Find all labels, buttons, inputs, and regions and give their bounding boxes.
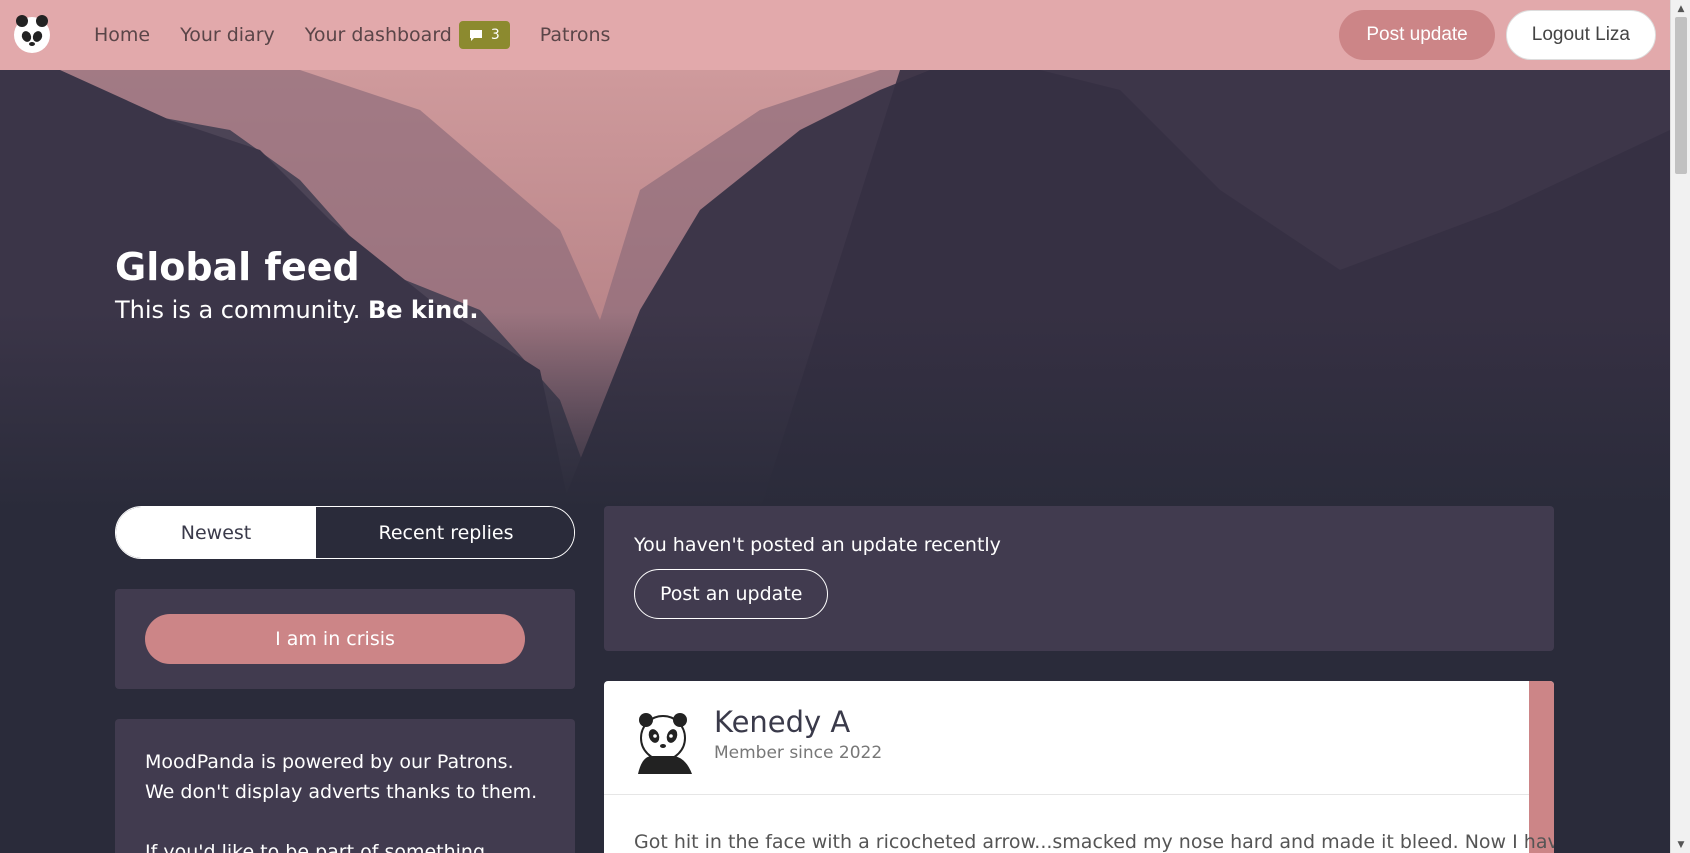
tab-recent-replies[interactable]: Recent replies [316, 507, 574, 558]
page-scrollbar[interactable]: ▲ ▼ [1670, 0, 1690, 853]
crisis-card: I am in crisis [115, 589, 575, 689]
patron-text-line2: We don't display adverts thanks to them. [145, 781, 538, 803]
top-navbar: Home Your diary Your dashboard 3 Patrons… [0, 0, 1670, 70]
subtitle-emphasis: Be kind. [368, 296, 479, 324]
feed-post[interactable]: Kenedy A Member since 2022 Got hit in th… [604, 681, 1554, 853]
patron-text-line3: If you'd like to be part of something [145, 841, 486, 853]
nav-dashboard-link[interactable]: Your dashboard 3 [305, 21, 510, 49]
post-header: Kenedy A Member since 2022 [604, 681, 1529, 795]
panda-avatar-icon[interactable] [630, 708, 696, 774]
post-body-text: Got hit in the face with a ricocheted ar… [634, 831, 1554, 853]
nav-dashboard-label: Your dashboard [304, 24, 452, 46]
panda-logo-icon[interactable] [14, 15, 50, 53]
notification-count: 3 [490, 27, 500, 43]
post-update-button[interactable]: Post update [1339, 10, 1495, 60]
scroll-thumb[interactable] [1675, 17, 1687, 174]
patron-text-line1: MoodPanda is powered by our Patrons. [145, 751, 514, 773]
page-subtitle: This is a community. Be kind. [115, 296, 479, 324]
chat-bubble-icon [469, 29, 482, 41]
nav-home-link[interactable]: Home [94, 24, 150, 46]
nav-diary-link[interactable]: Your diary [180, 24, 275, 46]
patron-card: MoodPanda is powered by our Patrons. We … [115, 719, 575, 853]
notification-badge[interactable]: 3 [458, 21, 510, 49]
feed-sort-toggle: Newest Recent replies [115, 506, 575, 559]
post-author-member-since: Member since 2022 [714, 743, 883, 763]
logout-button[interactable]: Logout Liza [1505, 10, 1656, 60]
post-reminder-card: You haven't posted an update recently Po… [604, 506, 1554, 651]
mountain-background [0, 70, 1670, 510]
post-author-name[interactable]: Kenedy A [714, 705, 850, 739]
page-title: Global feed [115, 245, 360, 289]
nav-patrons-link[interactable]: Patrons [540, 24, 611, 46]
subtitle-text: This is a community. [115, 296, 361, 324]
scroll-down-arrow-icon[interactable]: ▼ [1671, 836, 1690, 853]
post-reminder-text: You haven't posted an update recently [634, 534, 1001, 556]
post-an-update-button[interactable]: Post an update [634, 569, 829, 619]
scroll-up-arrow-icon[interactable]: ▲ [1671, 0, 1690, 17]
post-mood-accent [1529, 681, 1554, 853]
crisis-button[interactable]: I am in crisis [145, 614, 525, 664]
tab-newest[interactable]: Newest [116, 507, 316, 558]
hero-banner: Global feed This is a community. Be kind… [0, 70, 1670, 510]
